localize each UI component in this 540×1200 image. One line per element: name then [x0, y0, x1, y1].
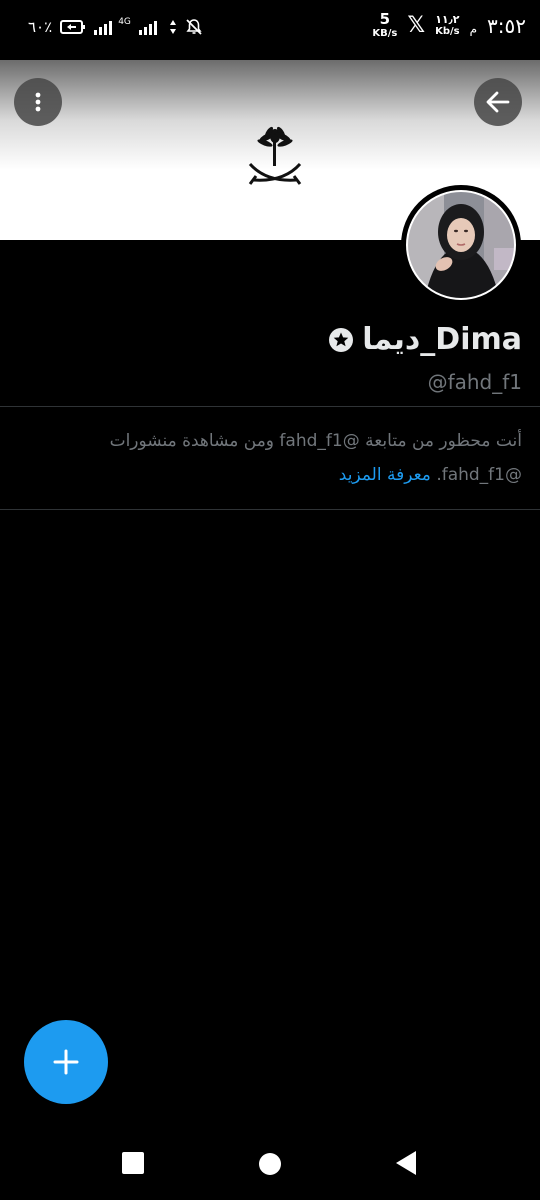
display-name: ديما_Dima	[362, 322, 522, 357]
network-type: 4G	[118, 17, 131, 27]
more-options-button[interactable]	[14, 78, 62, 126]
status-bar: ٦٠٪ 4G 5 KB/s 𝕏 ١١٫٢ Kb/s م ٣:٥٢	[0, 0, 540, 60]
profile-avatar[interactable]	[404, 188, 518, 302]
profile-screen: ٦٠٪ 4G 5 KB/s 𝕏 ١١٫٢ Kb/s م ٣:٥٢ ديما_Di…	[0, 0, 540, 1200]
avatar-photo	[406, 190, 516, 300]
blocked-notice-text: أنت محظور من متابعة @fahd_f1 ومن مشاهدة …	[109, 431, 522, 485]
recents-button[interactable]	[122, 1152, 144, 1174]
more-vertical-icon	[35, 92, 41, 112]
divider-top	[0, 406, 540, 407]
emblem-icon	[248, 126, 302, 185]
blocked-notice: أنت محظور من متابعة @fahd_f1 ومن مشاهدة …	[22, 424, 522, 492]
divider-bottom	[0, 509, 540, 510]
battery-saver-icon	[60, 20, 86, 34]
x-app-icon: 𝕏	[407, 13, 426, 38]
status-left: ٦٠٪ 4G	[28, 17, 203, 36]
arrow-back-icon	[486, 91, 510, 113]
back-button[interactable]	[474, 78, 522, 126]
speed-indicator-right: ١١٫٢ Kb/s	[435, 13, 460, 37]
system-nav-bar	[0, 1130, 540, 1200]
signal-2-icon	[138, 21, 157, 35]
clock: ٣:٥٢	[487, 13, 526, 38]
speed-indicator-left: 5 KB/s	[372, 10, 398, 39]
signal-icon	[94, 21, 113, 35]
star-badge-icon	[329, 327, 354, 352]
home-button[interactable]	[259, 1153, 281, 1175]
plus-icon	[53, 1049, 79, 1075]
profile-handle: @fahd_f1	[427, 370, 522, 394]
am-pm: م	[469, 21, 478, 36]
status-right: 5 KB/s 𝕏 ١١٫٢ Kb/s م ٣:٥٢	[372, 12, 526, 39]
mute-bell-icon	[186, 19, 202, 35]
learn-more-link[interactable]: معرفة المزيد	[339, 465, 431, 485]
profile-name-row: ديما_Dima	[328, 322, 522, 357]
data-arrows-icon	[169, 20, 176, 34]
compose-button[interactable]	[24, 1020, 108, 1104]
battery-level: ٦٠٪	[28, 18, 53, 36]
nav-back-button[interactable]	[394, 1150, 418, 1176]
